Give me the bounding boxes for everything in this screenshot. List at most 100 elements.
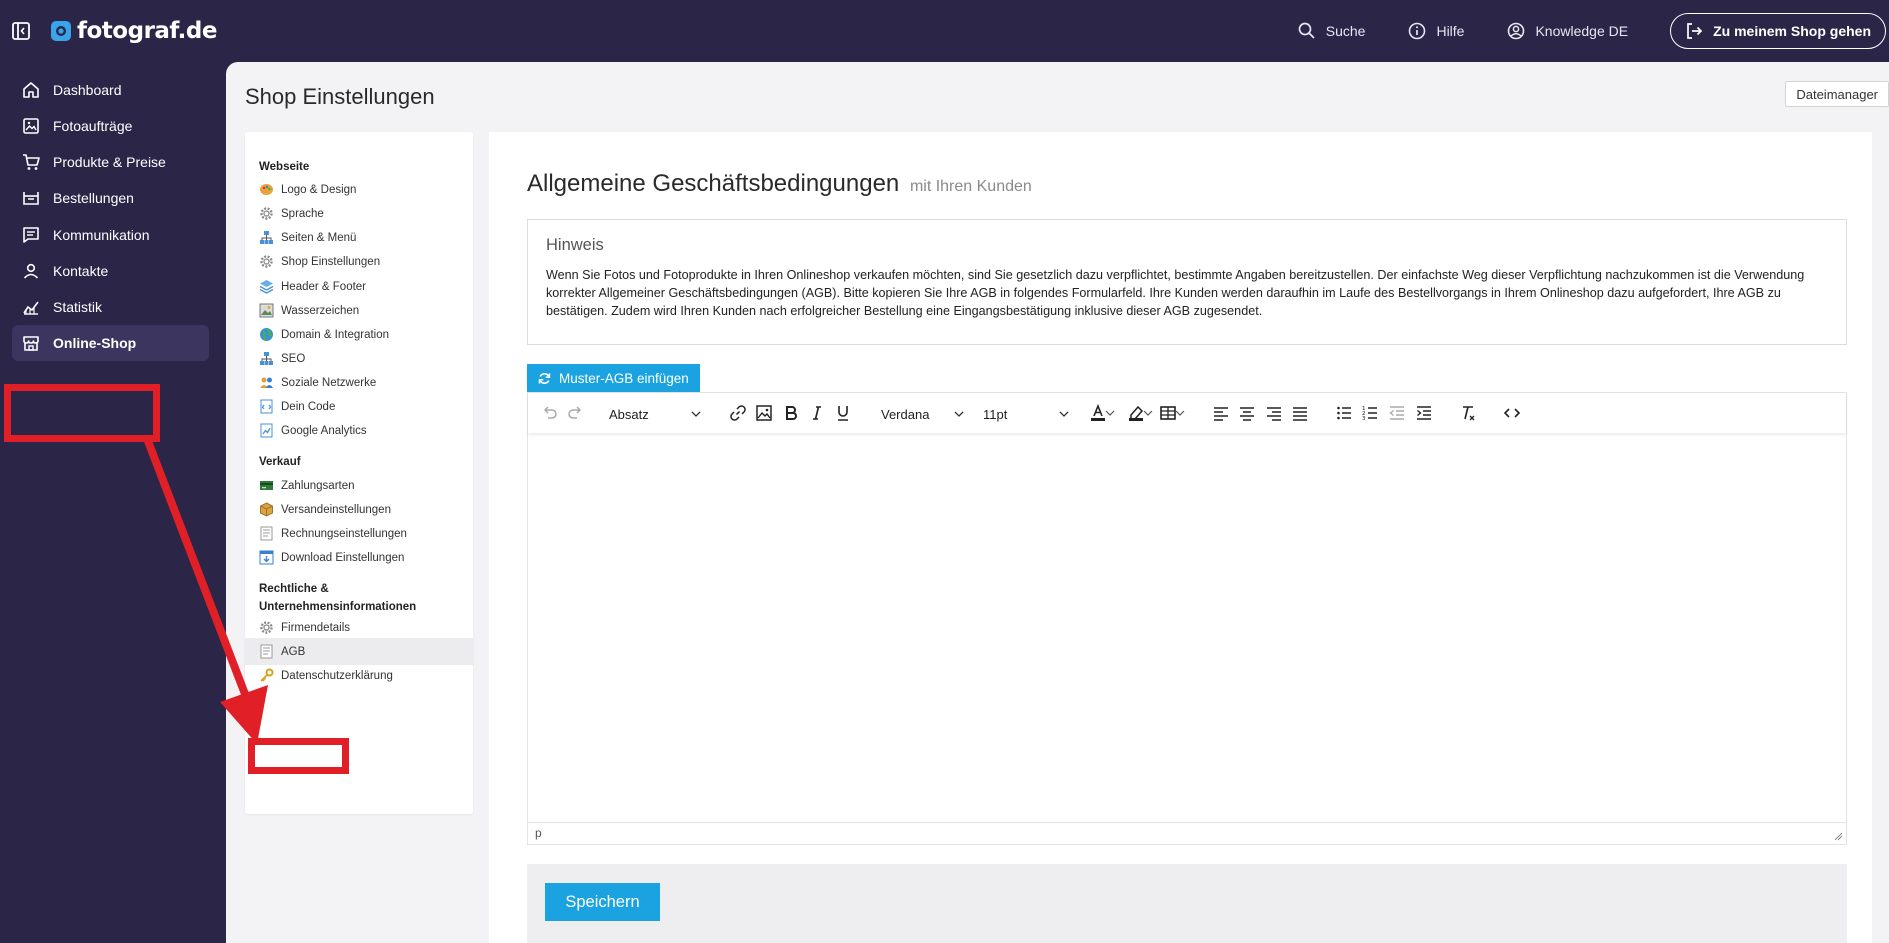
undo-icon[interactable]: [539, 403, 559, 423]
font-size-select[interactable]: 11pt: [976, 401, 1076, 427]
outdent-icon[interactable]: [1387, 403, 1407, 423]
menu-item-label: Header & Footer: [281, 280, 367, 293]
menu-item-domain[interactable]: Domain & Integration: [245, 321, 473, 348]
block-format-select[interactable]: Absatz: [602, 401, 708, 427]
menu-item-download[interactable]: Download Einstellungen: [245, 544, 473, 571]
chevron-down-icon[interactable]: [1174, 403, 1186, 423]
sidebar-item-kommunikation[interactable]: Kommunikation: [12, 217, 209, 253]
credit-card-icon: [260, 481, 273, 490]
menu-item-versand[interactable]: Versandeinstellungen: [245, 496, 473, 523]
users-icon: [260, 377, 273, 388]
menu-item-label: Shop Einstellungen: [281, 255, 381, 268]
analytics-icon: [260, 423, 273, 438]
search-icon: [1298, 22, 1315, 39]
resize-handle-icon[interactable]: [1834, 832, 1843, 841]
palette-icon: [260, 184, 273, 195]
menu-item-datenschutz[interactable]: Datenschutzerklärung: [245, 662, 473, 689]
sidebar-item-produkte[interactable]: Produkte & Preise: [12, 144, 209, 180]
menu-item-seiten-menue[interactable]: Seiten & Menü: [245, 224, 473, 251]
chevron-down-icon[interactable]: [1142, 403, 1154, 423]
menu-item-label: SEO: [281, 352, 306, 365]
account-menu[interactable]: Knowledge DE: [1506, 21, 1628, 41]
italic-icon[interactable]: [807, 403, 827, 423]
insert-image-icon[interactable]: [754, 403, 774, 423]
basket-icon: [23, 192, 39, 205]
menu-item-rechnung[interactable]: Rechnungseinstellungen: [245, 520, 473, 547]
save-bar: Speichern: [527, 864, 1847, 943]
sidebar-item-label: Bestellungen: [53, 190, 134, 206]
menu-item-wasserzeichen[interactable]: Wasserzeichen: [245, 297, 473, 324]
save-button[interactable]: Speichern: [545, 883, 660, 921]
section-title-line2: Unternehmensinformationen: [259, 601, 417, 613]
element-path[interactable]: p: [535, 826, 542, 840]
sidebar-item-fotoauftraege[interactable]: Fotoaufträge: [12, 108, 209, 144]
search-link[interactable]: Suche: [1297, 21, 1366, 41]
sidebar-item-kontakte[interactable]: Kontakte: [12, 253, 209, 289]
menu-item-sprache[interactable]: Sprache: [245, 200, 473, 227]
source-code-icon[interactable]: [1502, 403, 1522, 423]
menu-item-label: Dein Code: [281, 400, 336, 413]
code-page-icon: [260, 399, 273, 414]
menu-item-label: Zahlungsarten: [281, 479, 355, 492]
chart-icon: [23, 301, 39, 315]
layers-icon: [259, 280, 274, 294]
invoice-icon: [260, 526, 273, 541]
logo[interactable]: fotograf.de: [50, 16, 217, 46]
indent-icon[interactable]: [1414, 403, 1434, 423]
sidebar-toggle-icon[interactable]: [12, 22, 30, 40]
page-title: Shop Einstellungen: [245, 84, 435, 109]
editor-content-area[interactable]: [528, 433, 1846, 807]
file-manager-button[interactable]: Dateimanager: [1785, 81, 1889, 107]
menu-item-label: Versandeinstellungen: [281, 503, 391, 516]
menu-item-label: Firmendetails: [281, 621, 351, 634]
content-title-text: Allgemeine Geschäftsbedingungen: [527, 170, 900, 197]
chevron-down-icon[interactable]: [1104, 403, 1116, 423]
menu-item-agb[interactable]: AGB: [245, 638, 473, 665]
sidebar-item-label: Dashboard: [53, 82, 122, 98]
menu-item-header-footer[interactable]: Header & Footer: [245, 273, 473, 300]
underline-icon[interactable]: [833, 403, 853, 423]
font-family-select[interactable]: Verdana: [874, 401, 971, 427]
align-right-icon[interactable]: [1264, 403, 1284, 423]
menu-item-dein-code[interactable]: Dein Code: [245, 393, 473, 420]
menu-item-label: AGB: [281, 645, 306, 658]
clear-formatting-icon[interactable]: [1458, 403, 1478, 423]
insert-template-button[interactable]: Muster-AGB einfügen: [527, 364, 700, 392]
sidebar-item-bestellungen[interactable]: Bestellungen: [12, 180, 209, 216]
package-icon: [260, 502, 273, 517]
align-left-icon[interactable]: [1211, 403, 1231, 423]
align-center-icon[interactable]: [1237, 403, 1257, 423]
bullet-list-icon[interactable]: [1334, 403, 1354, 423]
help-link[interactable]: Hilfe: [1407, 21, 1464, 41]
section-title-rechtliches: Rechtliche & Unternehmensinformationen: [259, 580, 416, 616]
go-to-shop-label: Zu meinem Shop gehen: [1713, 23, 1871, 39]
menu-item-soziale-netzwerke[interactable]: Soziale Netzwerke: [245, 369, 473, 396]
editor-statusbar: p: [528, 822, 1846, 844]
menu-item-firmendetails[interactable]: Firmendetails: [245, 614, 473, 641]
content-subtitle: mit Ihren Kunden: [909, 178, 1032, 195]
menu-item-google-analytics[interactable]: Google Analytics: [245, 417, 473, 444]
font-family-value: Verdana: [881, 406, 930, 422]
hint-text: Wenn Sie Fotos und Fotoprodukte in Ihren…: [546, 268, 1805, 318]
font-size-value: 11pt: [983, 406, 1008, 422]
menu-item-seo[interactable]: SEO: [245, 345, 473, 372]
info-icon: [1409, 22, 1426, 40]
menu-item-zahlungsarten[interactable]: Zahlungsarten: [245, 472, 473, 499]
menu-item-logo-design[interactable]: Logo & Design: [245, 176, 473, 203]
link-icon[interactable]: [728, 403, 748, 423]
go-to-shop-button[interactable]: Zu meinem Shop gehen: [1670, 13, 1886, 49]
sidebar-item-dashboard[interactable]: Dashboard: [12, 72, 209, 108]
bold-icon[interactable]: [781, 403, 801, 423]
menu-item-shop-einstellungen[interactable]: Shop Einstellungen: [245, 248, 473, 275]
align-justify-icon[interactable]: [1290, 403, 1310, 423]
sidebar-item-online-shop[interactable]: Online-Shop: [12, 325, 209, 361]
chevron-down-icon: [691, 411, 701, 417]
redo-icon[interactable]: [566, 403, 586, 423]
sitemap-icon: [260, 352, 273, 365]
menu-item-label: Rechnungseinstellungen: [281, 527, 407, 540]
sidebar-item-statistik[interactable]: Statistik: [12, 289, 209, 325]
search-label: Suche: [1325, 23, 1366, 39]
sitemap-icon: [260, 231, 273, 244]
numbered-list-icon[interactable]: 123: [1360, 403, 1380, 423]
gear-icon: [260, 621, 273, 634]
